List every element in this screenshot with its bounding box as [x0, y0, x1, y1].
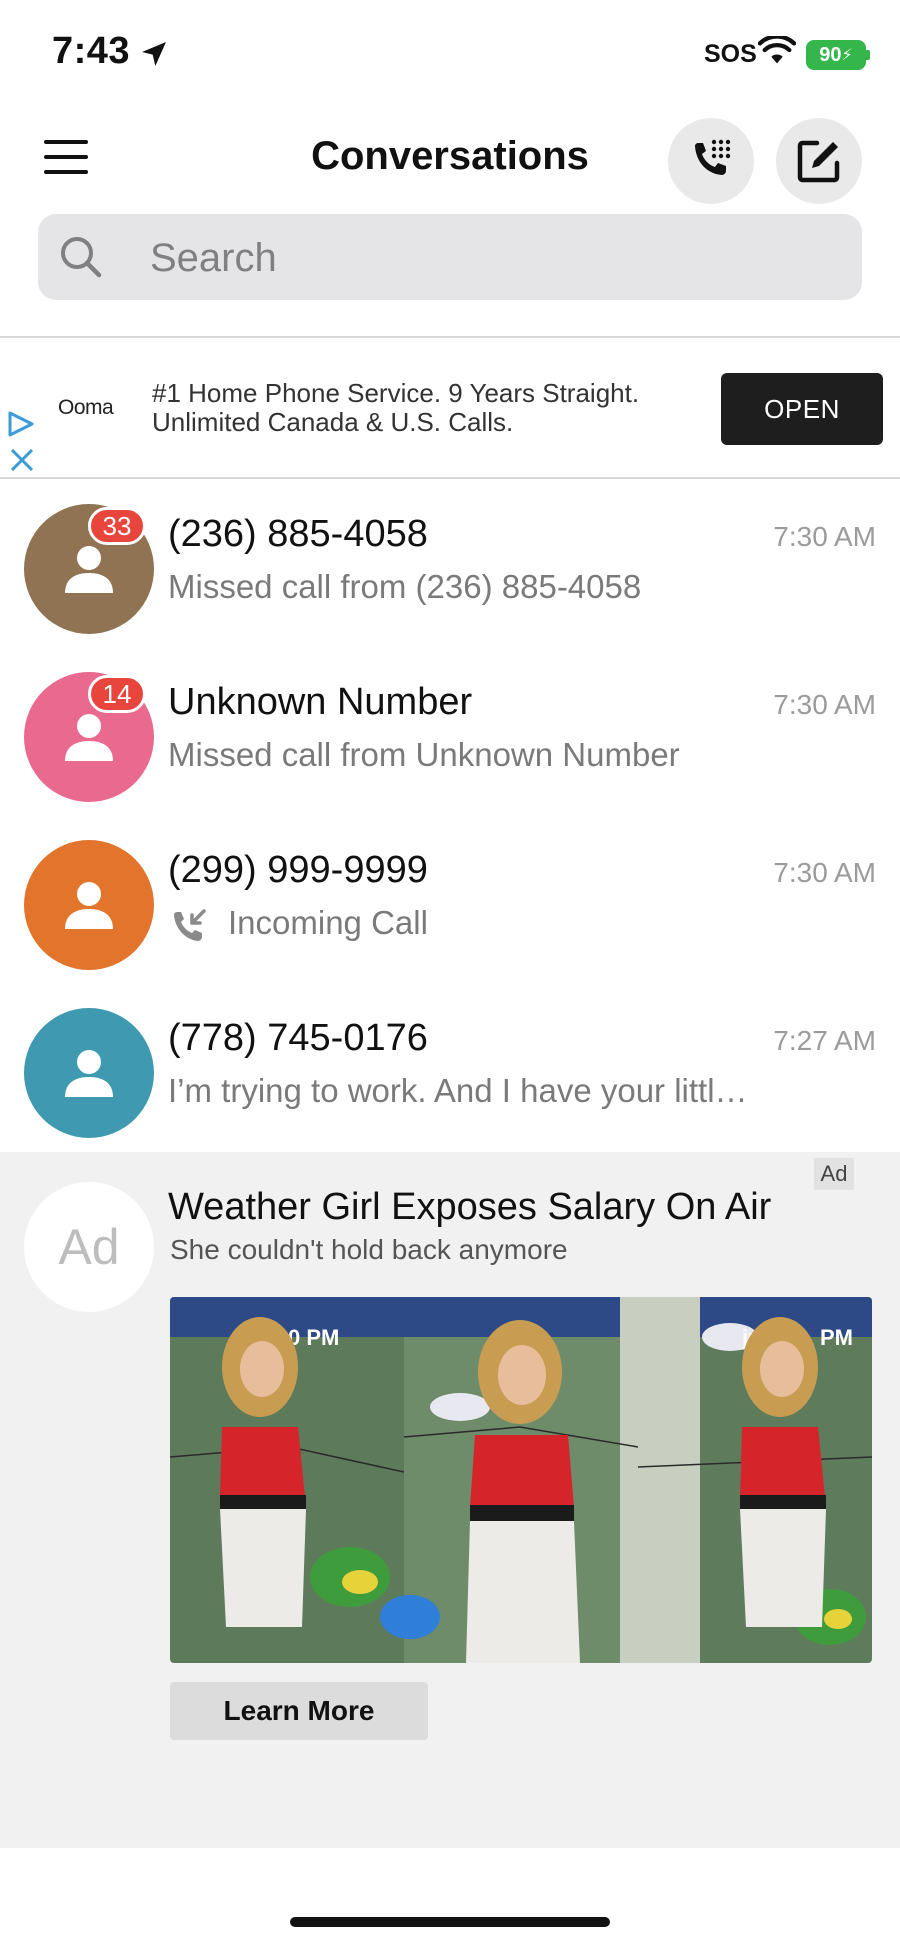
image-text-panel1: 0 PM: [288, 1325, 339, 1350]
message-time: 7:30 AM: [773, 857, 876, 888]
conversation-row[interactable]: 33 (236) 885-4058 7:30 AM Missed call fr…: [0, 483, 900, 651]
status-bar: 7:43 SOS 90 ⚡: [0, 0, 900, 100]
message-preview: Incoming Call: [228, 904, 428, 941]
message-preview: I’m trying to work. And I have your litt…: [168, 1072, 748, 1109]
image-text-panel3-right: PM: [820, 1325, 853, 1350]
person-icon: [65, 546, 113, 593]
message-preview: Missed call from (236) 885-4058: [168, 568, 642, 605]
close-icon[interactable]: [8, 446, 36, 474]
ad-image[interactable]: 0 PM ju PM: [170, 1297, 872, 1663]
person-icon: [65, 714, 113, 761]
wifi-icon: [758, 36, 796, 64]
message-time: 7:27 AM: [773, 1025, 876, 1056]
compose-button[interactable]: [776, 118, 862, 204]
home-indicator[interactable]: [290, 1917, 610, 1927]
unread-badge: 14: [88, 675, 146, 713]
dialpad-button[interactable]: [668, 118, 754, 204]
ad-headline: Weather Girl Exposes Salary On Air: [168, 1186, 772, 1228]
phone-dialpad-icon: [695, 139, 731, 175]
conversation-row[interactable]: (778) 745-0176 7:27 AM I’m trying to wor…: [0, 987, 900, 1155]
page-title: Conversations: [311, 134, 589, 178]
avatar: [24, 1008, 154, 1138]
ad-label: Ad: [814, 1158, 854, 1190]
search-input[interactable]: Search: [38, 214, 862, 300]
search-icon: [61, 237, 102, 278]
sos-indicator: SOS: [704, 40, 757, 68]
open-button[interactable]: OPEN: [721, 373, 883, 445]
search-placeholder: Search: [150, 236, 277, 280]
banner-ad-line-2: Unlimited Canada & U.S. Calls.: [152, 407, 514, 437]
message-preview: Missed call from Unknown Number: [168, 736, 680, 773]
battery-level: 90: [819, 43, 842, 66]
message-time: 7:30 AM: [773, 521, 876, 552]
ooma-logo: Ooma: [58, 396, 114, 419]
banner-ad-line-1: #1 Home Phone Service. 9 Years Straight.: [152, 378, 640, 408]
learn-more-button[interactable]: Learn More: [170, 1682, 428, 1740]
conversation-list: 33 (236) 885-4058 7:30 AM Missed call fr…: [0, 483, 900, 1155]
ad-avatar: Ad: [24, 1182, 154, 1312]
contact-name: (236) 885-4058: [168, 513, 428, 555]
person-icon: [65, 1050, 113, 1097]
status-time: 7:43: [52, 30, 131, 72]
unread-badge: 33: [88, 507, 146, 545]
ad-subtitle: She couldn't hold back anymore: [170, 1234, 568, 1265]
battery-indicator: 90 ⚡: [806, 40, 866, 70]
compose-icon: [797, 140, 840, 183]
contact-name: (778) 745-0176: [168, 1017, 428, 1059]
incoming-call-icon: [174, 909, 206, 941]
conversation-row[interactable]: (299) 999-9999 7:30 AM Incoming Call: [0, 819, 900, 987]
native-ad[interactable]: Ad Ad Weather Girl Exposes Salary On Air…: [0, 1152, 900, 1848]
person-icon: [65, 882, 113, 929]
battery-nub: [866, 50, 870, 60]
message-time: 7:30 AM: [773, 689, 876, 720]
avatar: [24, 840, 154, 970]
conversation-row[interactable]: 14 Unknown Number 7:30 AM Missed call fr…: [0, 651, 900, 819]
contact-name: Unknown Number: [168, 681, 473, 723]
app-header: Conversations: [0, 110, 900, 210]
banner-ad[interactable]: Ooma #1 Home Phone Service. 9 Years Stra…: [0, 336, 900, 479]
adchoices-icon[interactable]: [6, 410, 36, 438]
contact-name: (299) 999-9999: [168, 849, 428, 891]
location-arrow-icon: [142, 42, 166, 66]
weather-presenter-image: 0 PM ju PM: [170, 1297, 872, 1663]
